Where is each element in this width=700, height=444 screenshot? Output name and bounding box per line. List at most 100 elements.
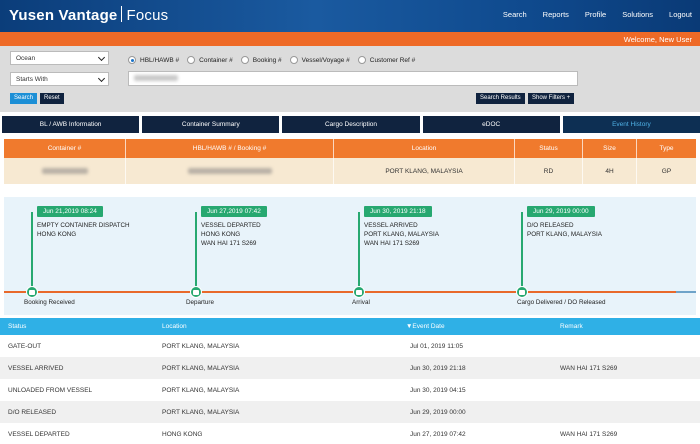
cell-status: VESSEL ARRIVED <box>8 364 64 372</box>
chevron-down-icon <box>97 74 106 83</box>
show-filters-button[interactable]: Show Filters + <box>528 93 575 104</box>
event-location: HONG KONG <box>37 231 77 238</box>
col-remark[interactable]: Remark <box>552 323 700 330</box>
event-date-pill: Jun 27,2019 07:42 <box>201 206 267 217</box>
radio-label: Booking # <box>252 56 282 64</box>
anchor-icon <box>356 289 362 295</box>
tab-container-summary[interactable]: Container Summary <box>142 116 280 133</box>
radio-customer-ref[interactable]: Customer Ref # <box>357 56 415 64</box>
event-location: PORT KLANG, MALAYSIA <box>527 231 602 238</box>
table-row[interactable]: GATE-OUT PORT KLANG, MALAYSIA Jul 01, 20… <box>0 335 700 357</box>
match-select[interactable]: Starts With <box>10 72 109 86</box>
table-row[interactable]: PORT KLANG, MALAYSIA RD 4H GP <box>4 158 696 184</box>
cell-event-date: Jul 01, 2019 11:05 <box>410 342 464 350</box>
radio-icon <box>187 56 196 64</box>
row-size: 4H <box>583 158 637 184</box>
col-location: Location <box>334 139 515 158</box>
event-vessel: WAN HAI 171 S269 <box>201 240 257 247</box>
cell-status: VESSEL DEPARTED <box>8 430 70 438</box>
mode-select-value: Ocean <box>16 55 36 62</box>
event-vessel: WAN HAI 171 S269 <box>364 240 420 247</box>
radio-icon <box>240 56 249 64</box>
radio-label: HBL/HAWB # <box>140 56 180 64</box>
tab-edoc[interactable]: eDOC <box>422 116 560 133</box>
search-button[interactable]: Search <box>10 93 38 104</box>
timeline-connector <box>358 212 360 288</box>
col-size: Size <box>583 139 637 158</box>
brand-logo[interactable]: Yusen Vantage Focus <box>9 6 168 24</box>
cell-location: PORT KLANG, MALAYSIA <box>162 364 240 372</box>
tab-event-history[interactable]: Event History <box>562 116 700 133</box>
radio-vessel[interactable]: Vessel/Voyage # <box>289 56 350 64</box>
mode-select[interactable]: Ocean <box>10 51 109 65</box>
nav-search[interactable]: Search <box>503 10 527 19</box>
table-row[interactable]: VESSEL DEPARTED HONG KONG Jun 27, 2019 0… <box>0 423 700 444</box>
milestone-label: Cargo Delivered / DO Released <box>517 299 606 306</box>
col-status: Status <box>515 139 583 158</box>
cell-status: GATE-OUT <box>8 342 42 350</box>
redacted-value <box>41 168 88 174</box>
event-date-pill: Jun 29, 2019 00:00 <box>527 206 595 217</box>
radio-label: Container # <box>199 56 233 64</box>
event-date-pill: Jun 30, 2019 21:18 <box>364 206 432 217</box>
nav-profile[interactable]: Profile <box>585 10 606 19</box>
nav-logout[interactable]: Logout <box>669 10 692 19</box>
radio-container[interactable]: Container # <box>187 56 233 64</box>
event-date-pill: Jun 21,2019 08:24 <box>37 206 103 217</box>
timeline-event: D/O RELEASED PORT KLANG, MALAYSIA <box>527 221 602 239</box>
nav-solutions[interactable]: Solutions <box>622 10 653 19</box>
radio-selected-icon <box>128 56 136 64</box>
radio-hbl[interactable]: HBL/HAWB # <box>128 56 179 64</box>
truck-icon <box>29 289 35 295</box>
brand-divider <box>121 6 123 22</box>
cell-event-date: Jun 30, 2019 04:15 <box>410 386 466 394</box>
redacted-value <box>134 75 178 81</box>
reset-button[interactable]: Reset <box>40 93 64 104</box>
timeline-event: VESSEL ARRIVED PORT KLANG, MALAYSIA WAN … <box>364 221 439 248</box>
table-row[interactable]: UNLOADED FROM VESSEL PORT KLANG, MALAYSI… <box>0 379 700 401</box>
table-row[interactable]: VESSEL ARRIVED PORT KLANG, MALAYSIA Jun … <box>0 357 700 379</box>
radio-icon <box>289 56 298 64</box>
tab-bl-awb[interactable]: BL / AWB Information <box>2 116 140 133</box>
cell-event-date: Jun 29, 2019 00:00 <box>410 408 466 416</box>
arrival-icon <box>353 286 365 298</box>
col-location[interactable]: Location <box>154 323 402 330</box>
milestone-label: Booking Received <box>24 299 75 306</box>
welcome-text: Welcome, New User <box>623 35 692 44</box>
container-table-header: Container # HBL/HAWB # / Booking # Locat… <box>4 139 696 158</box>
cell-status: UNLOADED FROM VESSEL <box>8 386 93 394</box>
col-event-date[interactable]: ▼Event Date <box>402 323 552 330</box>
match-select-value: Starts With <box>16 76 48 83</box>
timeline-event: VESSEL DEPARTED HONG KONG WAN HAI 171 S2… <box>201 221 261 248</box>
departure-icon <box>190 286 202 298</box>
cell-location: PORT KLANG, MALAYSIA <box>162 408 240 416</box>
cell-event-date: Jun 30, 2019 21:18 <box>410 364 466 372</box>
row-status: RD <box>515 158 583 184</box>
hbl-booking-number <box>126 158 334 184</box>
timeline-event: EMPTY CONTAINER DISPATCH HONG KONG <box>37 221 130 239</box>
event-table-header: Status Location ▼Event Date Remark <box>0 318 700 335</box>
cell-location: HONG KONG <box>162 430 203 438</box>
milestone-label: Departure <box>186 299 215 306</box>
nav-reports[interactable]: Reports <box>543 10 569 19</box>
col-type: Type <box>659 145 674 152</box>
brand-product: Focus <box>126 7 169 24</box>
timeline-track <box>4 291 696 293</box>
container-number <box>4 158 126 184</box>
radio-booking[interactable]: Booking # <box>240 56 282 64</box>
tab-cargo-description[interactable]: Cargo Description <box>282 116 420 133</box>
table-row[interactable]: D/O RELEASED PORT KLANG, MALAYSIA Jun 29… <box>0 401 700 423</box>
top-navigation: Search Reports Profile Solutions Logout <box>503 10 692 19</box>
event-status: VESSEL DEPARTED <box>201 222 261 229</box>
event-status: VESSEL ARRIVED <box>364 222 418 229</box>
brand-company: Yusen Vantage <box>9 7 118 24</box>
share-icon <box>519 289 525 295</box>
search-input[interactable] <box>128 71 578 86</box>
welcome-bar: Welcome, New User <box>0 32 700 46</box>
ship-icon <box>193 289 199 295</box>
cell-location: PORT KLANG, MALAYSIA <box>162 342 240 350</box>
row-type: GP <box>661 167 672 175</box>
search-results-button[interactable]: Search Results <box>476 93 525 104</box>
col-status[interactable]: Status <box>0 323 154 330</box>
col-hbl-booking: HBL/HAWB # / Booking # <box>126 139 334 158</box>
